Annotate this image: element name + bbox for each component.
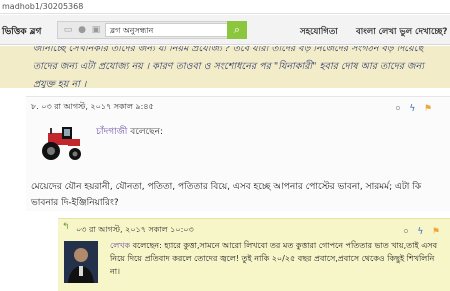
search-bar: ▭ ● ▣ ব্লগ অনুসন্ধান ⌕ xyxy=(57,21,247,39)
comment-body: লেখক বলেছেন: হ্যারে কুত্তা,সামনে আরো লিখ… xyxy=(110,239,446,278)
comment-header: ০৩ রা আগস্ট, ২০১৭ সকাল ১০:০৩ xyxy=(76,225,194,234)
site-header: ভিত্তিক ব্লগ ▭ ● ▣ ব্লগ অনুসন্ধান ⌕ সহযো… xyxy=(0,15,450,45)
nav-bangla-help[interactable]: বাংলা লেখা ভুল দেখাচ্ছে? xyxy=(356,25,447,39)
author-link[interactable]: লেখক xyxy=(110,241,130,250)
avatar[interactable] xyxy=(64,241,98,283)
comment-actions: ০ ϟ ⚑ xyxy=(395,101,432,116)
quoted-post-text-block: জানাচ্ছে সেখানকার তাদের জন্য যা নিয়ম প্… xyxy=(0,46,450,88)
site-label[interactable]: ভিত্তিক ব্লগ xyxy=(2,24,41,39)
nav-help[interactable]: সহযোগিতা xyxy=(300,25,338,39)
comment-actions: ০ ϟ ⚑ xyxy=(403,224,440,239)
search-input[interactable]: ব্লগ অনুসন্ধান xyxy=(105,23,230,37)
quoted-post-text: জানাচ্ছে সেখানকার তাদের জন্য যা নিয়ম প্… xyxy=(33,46,424,88)
vote-count: ০ xyxy=(402,227,409,237)
reply-comment: ↰ ০৩ রা আগস্ট, ২০১৭ সকাল ১০:০৩ ০ ϟ ⚑ লেখ… xyxy=(58,218,450,291)
avatar[interactable] xyxy=(38,125,84,161)
comment-body: মেয়েদের যৌন হয়রানী, যৌনতা, পতিতা, পতিত… xyxy=(31,182,422,208)
comment: ৮. ০৩ রা আগস্ট, ২০১৭ সকাল ৯:৪৫ ০ ϟ ⚑ চাঁ… xyxy=(26,96,450,211)
lock-icon[interactable]: ▭ xyxy=(63,25,73,35)
search-button[interactable]: ⌕ xyxy=(227,21,247,39)
flag-icon[interactable]: ⚑ xyxy=(424,104,432,114)
user-icon[interactable]: ● xyxy=(77,25,87,35)
author-suffix: বলেছেন: xyxy=(130,241,162,250)
address-bar[interactable]: madhob1/30205368 xyxy=(0,0,450,14)
flag-icon[interactable]: ⚑ xyxy=(432,227,440,237)
author-link[interactable]: চাঁদগাজী xyxy=(96,127,127,137)
bolt-icon[interactable]: ϟ xyxy=(409,104,415,114)
reply-arrow-icon: ↰ xyxy=(62,222,70,232)
author-suffix: বলেছেন: xyxy=(127,127,164,137)
vote-count: ০ xyxy=(394,104,401,114)
comment-author: চাঁদগাজী বলেছেন: xyxy=(96,124,163,139)
comment-header: ৮. ০৩ রা আগস্ট, ২০১৭ সকাল ৯:৪৫ xyxy=(31,102,154,111)
avatar-image xyxy=(64,241,98,283)
search-icon: ⌕ xyxy=(233,23,241,36)
home-icon[interactable]: ▣ xyxy=(91,25,101,35)
bolt-icon[interactable]: ϟ xyxy=(417,227,423,237)
